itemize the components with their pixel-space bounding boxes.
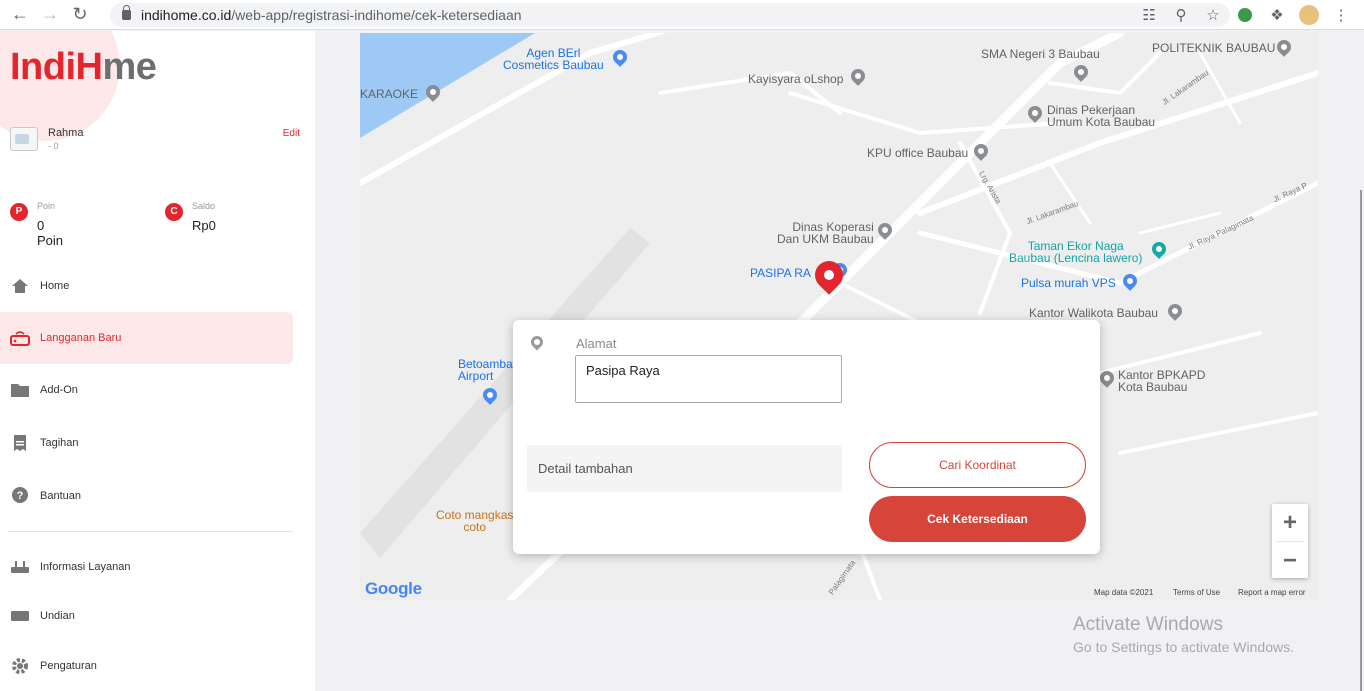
forward-icon[interactable]: → xyxy=(35,0,65,30)
map-place-label[interactable]: POLITEKNIK BAUBAU xyxy=(1152,42,1275,54)
map-place-label[interactable]: KARAOKE xyxy=(360,88,418,100)
modem-icon xyxy=(10,558,30,576)
sidebar: IndiHme Rahma - 0 Edit P Poin 0 Poin C S… xyxy=(0,31,315,691)
menu-icon[interactable]: ⋮ xyxy=(1328,2,1354,28)
find-coordinates-button[interactable]: Cari Koordinat xyxy=(869,442,1086,488)
url-domain: indihome.co.id xyxy=(141,7,232,23)
sidebar-item-pengaturan[interactable]: Pengaturan xyxy=(0,640,293,691)
profile-name: Rahma xyxy=(48,127,84,139)
map-place-label[interactable]: Agen BErl Cosmetics Baubau xyxy=(503,47,604,71)
saldo-badge-icon: C xyxy=(165,203,183,221)
sidebar-item-label: Undian xyxy=(40,610,75,622)
map-place-label[interactable]: SMA Negeri 3 Baubau xyxy=(981,48,1100,60)
indihome-logo[interactable]: IndiHme xyxy=(10,46,157,89)
sidebar-item-label: Langganan Baru xyxy=(40,332,122,344)
star-icon[interactable]: ☆ xyxy=(1200,2,1226,28)
lock-icon xyxy=(122,5,131,20)
report-error-link[interactable]: Report a map error xyxy=(1238,588,1306,597)
map-place-label[interactable]: Kayisyara oLshop xyxy=(748,73,843,85)
map-place-label[interactable]: Taman Ekor Naga Baubau (Lencina lawero) xyxy=(1009,240,1142,264)
sidebar-item-label: Add-On xyxy=(40,384,78,396)
location-pin-icon xyxy=(528,333,546,351)
bill-icon xyxy=(10,434,30,452)
sidebar-item-label: Bantuan xyxy=(40,490,81,502)
sidebar-item-tagihan[interactable]: Tagihan xyxy=(0,417,293,469)
gear-icon xyxy=(10,657,30,675)
edit-profile-link[interactable]: Edit xyxy=(283,128,300,139)
map-place-label[interactable]: Pulsa murah VPS xyxy=(1021,277,1116,289)
map-place-label[interactable]: PASIPA RA xyxy=(750,267,811,279)
sidebar-item-label: Home xyxy=(40,280,70,292)
address-label: Alamat xyxy=(576,336,617,351)
saldo-value: Rp0 xyxy=(192,218,216,233)
map-place-label[interactable]: Dinas Koperasi Dan UKM Baubau xyxy=(777,221,874,245)
map-place-label[interactable]: Dinas Pekerjaan Umum Kota Baubau xyxy=(1047,104,1155,128)
help-icon: ? xyxy=(10,487,30,505)
translate-icon[interactable]: ☷ xyxy=(1136,2,1162,28)
profile-subtitle: - 0 xyxy=(48,141,59,151)
menu-divider xyxy=(8,531,293,532)
poin-value: 0 Poin xyxy=(37,218,64,248)
poin-badge-icon: P xyxy=(10,203,28,221)
detail-input[interactable] xyxy=(527,445,842,492)
poin-label: Poin xyxy=(37,201,56,211)
map-place-label[interactable]: Kantor BPKAPD Kota Baubau xyxy=(1118,369,1205,393)
terms-link[interactable]: Terms of Use xyxy=(1173,588,1220,597)
browser-toolbar: ← → ↻ indihome.co.id /web-app/registrasi… xyxy=(0,0,1364,30)
avatar xyxy=(10,127,38,151)
profile-icon[interactable] xyxy=(1296,2,1322,28)
windows-watermark-title: Activate Windows xyxy=(1073,614,1223,635)
map-place-label[interactable]: Betoamba Airport xyxy=(458,358,513,382)
logo-text-gray: me xyxy=(102,46,157,88)
user-profile: Rahma - 0 Edit xyxy=(10,127,300,157)
url-path: /web-app/registrasi-indihome/cek-keterse… xyxy=(231,7,522,23)
logo-text-red: IndiH xyxy=(10,46,103,88)
sidebar-item-add-on[interactable]: Add-On xyxy=(0,364,293,416)
sidebar-item-label: Tagihan xyxy=(40,437,79,449)
sidebar-item-undian[interactable]: Undian xyxy=(0,590,293,642)
home-icon xyxy=(10,277,30,295)
sidebar-item-informasi-layanan[interactable]: Informasi Layanan xyxy=(0,541,293,593)
saldo-label: Saldo xyxy=(192,201,216,211)
puzzle-icon[interactable]: ❖ xyxy=(1264,2,1290,28)
router-icon xyxy=(10,329,30,347)
map-data-label: Map data ©2021 xyxy=(1094,588,1154,597)
address-bar[interactable]: indihome.co.id /web-app/registrasi-indih… xyxy=(110,3,1230,27)
zoom-out-button[interactable]: − xyxy=(1272,542,1308,579)
zoom-control: + − xyxy=(1272,504,1308,578)
zoom-icon[interactable]: ⚲ xyxy=(1168,2,1194,28)
map-place-label[interactable]: KPU office Baubau xyxy=(867,147,968,159)
sidebar-item-home[interactable]: Home xyxy=(0,260,293,312)
scrollbar[interactable] xyxy=(1360,190,1362,691)
check-availability-button[interactable]: Cek Ketersediaan xyxy=(869,496,1086,542)
map-place-label[interactable]: Coto mangkas coto xyxy=(436,509,513,533)
google-logo[interactable]: Google xyxy=(365,579,422,599)
map-place-label[interactable]: Kantor Walikota Baubau xyxy=(1029,307,1158,319)
sidebar-item-langganan-baru[interactable]: Langganan Baru xyxy=(0,312,293,364)
windows-watermark-subtitle: Go to Settings to activate Windows. xyxy=(1073,639,1294,655)
folder-icon xyxy=(10,381,30,399)
sidebar-item-bantuan[interactable]: ? Bantuan xyxy=(0,470,293,522)
svg-text:?: ? xyxy=(17,490,24,502)
sidebar-item-label: Informasi Layanan xyxy=(40,561,131,573)
address-form-card: Alamat Pasipa Raya Cari Koordinat Cek Ke… xyxy=(513,320,1100,554)
back-icon[interactable]: ← xyxy=(5,0,35,30)
sidebar-item-label: Pengaturan xyxy=(40,660,97,672)
zoom-in-button[interactable]: + xyxy=(1272,504,1308,541)
reload-icon[interactable]: ↻ xyxy=(65,0,95,30)
ticket-icon xyxy=(10,607,30,625)
address-textarea[interactable]: Pasipa Raya xyxy=(575,355,842,403)
extension-globe-icon[interactable] xyxy=(1232,2,1258,28)
